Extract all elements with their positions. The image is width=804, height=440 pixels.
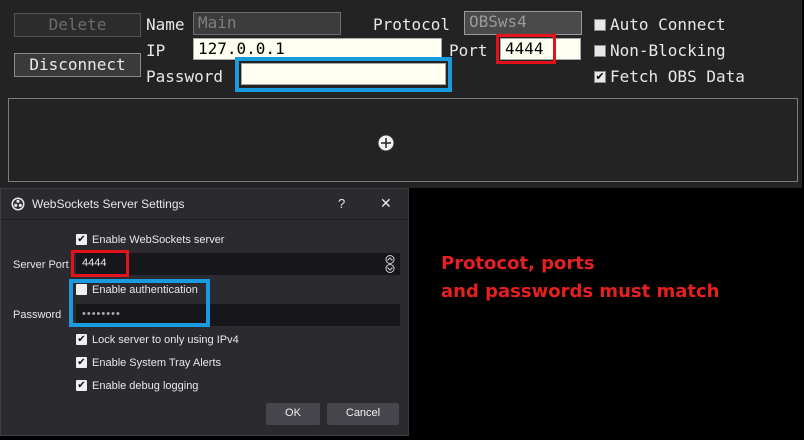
spin-arrows-icon[interactable]	[384, 255, 396, 273]
checkmark-icon: ✔	[77, 357, 86, 368]
delete-button[interactable]: Delete	[14, 13, 141, 37]
lock-ipv4-label: Lock server to only using IPv4	[92, 334, 239, 346]
protocol-label: Protocol	[373, 15, 451, 34]
auto-connect-label: Auto Connect	[610, 15, 726, 34]
fetch-obs-data-label: Fetch OBS Data	[610, 67, 745, 86]
annotation-line-2: and passwords must match	[441, 281, 720, 302]
dialog-titlebar: WebSockets Server Settings ? ✕	[1, 189, 408, 220]
disconnect-button[interactable]: Disconnect	[14, 53, 141, 77]
dialog-title: WebSockets Server Settings	[32, 197, 185, 211]
debug-logging-label: Enable debug logging	[92, 380, 199, 392]
checkmark-icon: ✔	[77, 380, 86, 391]
annotation-line-1: Protocot, ports	[441, 253, 595, 274]
tray-alerts-checkbox[interactable]: ✔	[76, 357, 87, 368]
checkmark-icon: ✔	[595, 70, 605, 83]
password-highlight-box	[235, 57, 452, 92]
checkmark-icon: ✔	[77, 334, 86, 345]
protocol-select[interactable]: OBSws4	[464, 11, 582, 35]
close-button[interactable]: ✕	[380, 195, 392, 212]
server-port-highlight-box	[71, 250, 129, 277]
name-label: Name	[146, 15, 185, 34]
help-button[interactable]: ?	[338, 196, 345, 211]
ip-label: IP	[146, 41, 166, 60]
auth-highlight-box	[69, 279, 210, 327]
websockets-settings-dialog: WebSockets Server Settings ? ✕ ✔ Enable …	[0, 188, 409, 436]
connection-panel: Delete Disconnect Name Main Protocol OBS…	[0, 0, 802, 188]
debug-logging-checkbox[interactable]: ✔	[76, 380, 87, 391]
password-label: Password	[146, 67, 224, 86]
enable-server-checkbox[interactable]: ✔	[76, 234, 87, 245]
tray-alerts-label: Enable System Tray Alerts	[92, 357, 221, 369]
lock-ipv4-checkbox[interactable]: ✔	[76, 334, 87, 345]
enable-server-label: Enable WebSockets server	[92, 234, 225, 246]
port-highlight-box	[496, 34, 556, 64]
plus-circle-icon[interactable]	[376, 133, 396, 153]
ok-button[interactable]: OK	[266, 403, 320, 425]
non-blocking-checkbox[interactable]	[594, 45, 606, 57]
obs-logo-icon	[11, 197, 25, 211]
name-input[interactable]: Main	[193, 12, 341, 35]
auto-connect-checkbox[interactable]	[594, 19, 606, 31]
dialog-password-label: Password	[13, 309, 62, 321]
server-port-label: Server Port	[13, 259, 69, 271]
cancel-button[interactable]: Cancel	[327, 403, 399, 425]
non-blocking-label: Non-Blocking	[610, 41, 726, 60]
checkmark-icon: ✔	[77, 234, 86, 245]
port-label: Port	[449, 41, 488, 60]
annotation-note: Protocot, ports and passwords must match	[441, 250, 719, 306]
connection-list-area	[8, 98, 798, 182]
fetch-obs-data-checkbox[interactable]: ✔	[594, 71, 606, 83]
